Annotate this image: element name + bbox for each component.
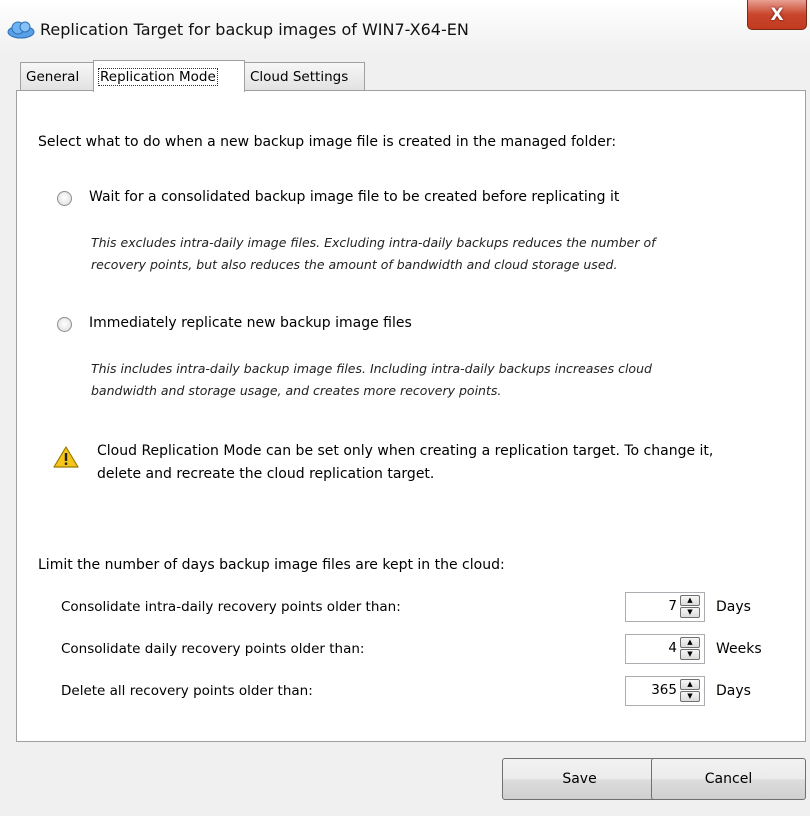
close-icon: X	[770, 4, 784, 25]
retention-label: Consolidate daily recovery points older …	[61, 641, 365, 657]
unit-label: Weeks	[716, 641, 762, 657]
close-button[interactable]: X	[747, 0, 807, 30]
tab-label: General	[26, 68, 80, 85]
tab-content-panel: Select what to do when a new backup imag…	[16, 90, 806, 742]
cloud-icon	[7, 21, 35, 39]
radio-wait-consolidated[interactable]	[57, 191, 72, 206]
stepper-buttons: ▲ ▼	[680, 595, 702, 619]
option-description: This excludes intra-daily image files. E…	[91, 232, 656, 276]
stepper-value: 365	[651, 682, 677, 698]
description-line: bandwidth and storage usage, and creates…	[91, 383, 502, 398]
tab-label: Replication Mode	[98, 67, 218, 86]
intra-daily-days-stepper[interactable]: 7 ▲ ▼	[625, 592, 705, 622]
window-title: Replication Target for backup images of …	[40, 20, 469, 39]
retention-label: Consolidate intra-daily recovery points …	[61, 599, 401, 615]
spin-down-icon[interactable]: ▼	[680, 691, 700, 702]
tab-label: Cloud Settings	[250, 68, 349, 85]
mode-prompt: Select what to do when a new backup imag…	[38, 134, 617, 150]
radio-label-wait-consolidated[interactable]: Wait for a consolidated backup image fil…	[89, 189, 619, 205]
daily-weeks-stepper[interactable]: 4 ▲ ▼	[625, 634, 705, 664]
stepper-value: 4	[668, 640, 677, 656]
tab-cloud-settings[interactable]: Cloud Settings	[244, 62, 365, 90]
cancel-button[interactable]: Cancel	[651, 758, 806, 800]
stepper-buttons: ▲ ▼	[680, 679, 702, 703]
tab-general[interactable]: General	[20, 62, 95, 90]
delete-days-stepper[interactable]: 365 ▲ ▼	[625, 676, 705, 706]
stepper-value: 7	[668, 598, 677, 614]
stepper-buttons: ▲ ▼	[680, 637, 702, 661]
warning-line: Cloud Replication Mode can be set only w…	[97, 443, 714, 459]
title-bar: Replication Target for backup images of …	[0, 0, 810, 55]
spin-up-icon[interactable]: ▲	[680, 637, 700, 648]
option-description: This includes intra-daily backup image f…	[91, 358, 652, 402]
description-line: recovery points, but also reduces the am…	[91, 257, 618, 272]
retention-label: Delete all recovery points older than:	[61, 683, 313, 699]
save-button[interactable]: Save	[502, 758, 657, 800]
warning-icon	[53, 446, 79, 468]
tab-replication-mode[interactable]: Replication Mode	[93, 60, 245, 92]
warning-message: Cloud Replication Mode can be set only w…	[97, 440, 713, 486]
unit-label: Days	[716, 683, 751, 699]
spin-down-icon[interactable]: ▼	[680, 607, 700, 618]
description-line: This includes intra-daily backup image f…	[91, 361, 652, 376]
warning-line: delete and recreate the cloud replicatio…	[97, 466, 435, 482]
unit-label: Days	[716, 599, 751, 615]
radio-immediate[interactable]	[57, 317, 72, 332]
retention-heading: Limit the number of days backup image fi…	[38, 557, 505, 573]
radio-label-immediate[interactable]: Immediately replicate new backup image f…	[89, 315, 412, 331]
spin-down-icon[interactable]: ▼	[680, 649, 700, 660]
spin-up-icon[interactable]: ▲	[680, 595, 700, 606]
spin-up-icon[interactable]: ▲	[680, 679, 700, 690]
description-line: This excludes intra-daily image files. E…	[91, 235, 656, 250]
